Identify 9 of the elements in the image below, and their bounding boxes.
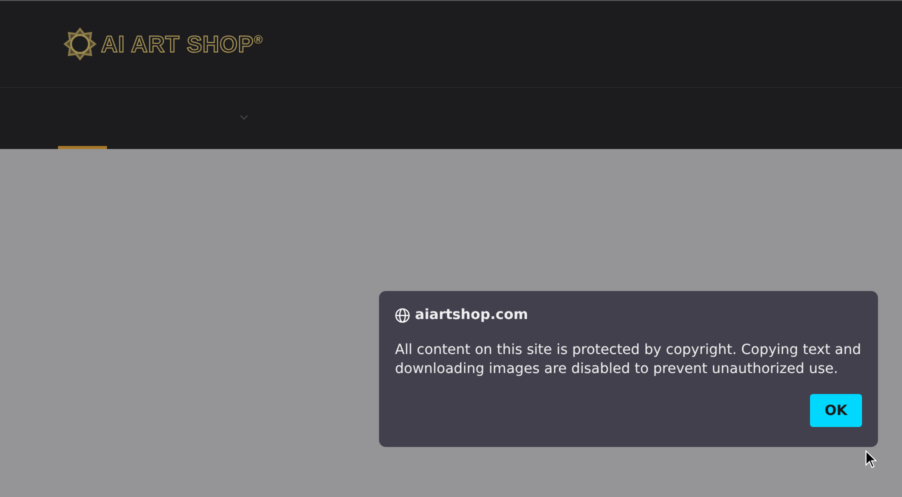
globe-icon [395,308,410,322]
mouse-pointer-icon [865,450,877,469]
active-tab-indicator [58,146,107,149]
site-name: aiartshop.com [415,307,528,323]
logo-link[interactable]: AI ART SHOP$^{®}$ [101,30,264,58]
ok-button[interactable]: OK [810,394,862,427]
dialog-message: All content on this site is protected by copyright. Copying text and downloading images are disabled to prevent unauthorized use. [395,341,862,379]
caret-icon[interactable] [240,115,248,120]
flower-logo-icon [63,27,97,61]
